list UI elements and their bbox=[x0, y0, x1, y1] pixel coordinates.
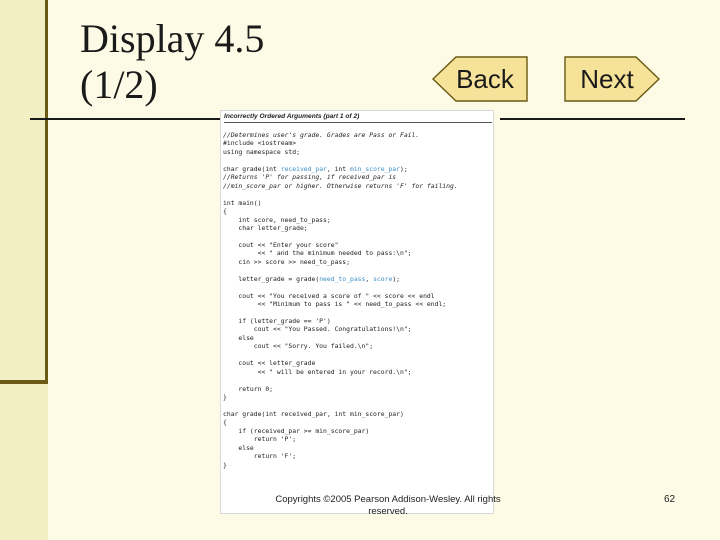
slide-title-line2: (1/2) bbox=[80, 62, 158, 107]
title-underline-right bbox=[500, 118, 685, 120]
code-line: else bbox=[223, 443, 254, 452]
code-line: cin >> score >> need_to_pass; bbox=[223, 257, 350, 266]
next-button-label: Next bbox=[580, 63, 634, 94]
code-line: int main() bbox=[223, 198, 262, 207]
code-line: cout << "You Passed. Congratulations!\n"… bbox=[223, 325, 412, 334]
code-line: << " will be entered in your record.\n"; bbox=[223, 367, 412, 376]
code-line: { bbox=[223, 207, 227, 216]
code-line: return 0; bbox=[223, 384, 274, 393]
code-line: letter_grade = grade(need_to_pass, score… bbox=[223, 274, 401, 283]
code-line: #include <iostream> bbox=[223, 139, 297, 148]
code-line: //Determines user's grade. Grades are Pa… bbox=[223, 131, 420, 139]
code-line: char letter_grade; bbox=[223, 223, 308, 232]
copyright-footer: Copyrights ©2005 Pearson Addison-Wesley.… bbox=[275, 494, 501, 517]
code-line: char grade(int received_par, int min_sco… bbox=[223, 164, 408, 173]
code-line: cout << "Sorry. You failed.\n"; bbox=[223, 342, 374, 351]
code-listing: //Determines user's grade. Grades are Pa… bbox=[223, 131, 458, 469]
code-line: char grade(int received_par, int min_sco… bbox=[223, 409, 404, 418]
code-line: return 'P'; bbox=[223, 435, 297, 444]
back-button-label: Back bbox=[456, 63, 514, 94]
slide-title: Display 4.5 (1/2) bbox=[80, 16, 264, 108]
code-display-panel: Incorrectly Ordered Arguments (part 1 of… bbox=[220, 110, 494, 514]
title-underline bbox=[30, 118, 220, 120]
code-line: if (letter_grade == 'P') bbox=[223, 316, 331, 325]
left-decorative-band bbox=[0, 0, 48, 540]
code-line: } bbox=[223, 460, 227, 469]
code-line: cout << "You received a score of " << sc… bbox=[223, 291, 435, 300]
code-line: << "Minimum to pass is " << need_to_pass… bbox=[223, 300, 447, 309]
code-line: else bbox=[223, 333, 254, 342]
code-line: cout << "Enter your score" bbox=[223, 240, 339, 249]
code-line: << " and the minimum needed to pass:\n"; bbox=[223, 249, 412, 258]
code-line: { bbox=[223, 418, 227, 427]
code-line: return 'F'; bbox=[223, 452, 297, 461]
next-button[interactable]: Next bbox=[564, 56, 660, 102]
code-line: cout << letter_grade bbox=[223, 359, 316, 368]
page-number: 62 bbox=[664, 494, 676, 505]
left-band-rule bbox=[45, 0, 48, 384]
back-button[interactable]: Back bbox=[432, 56, 528, 102]
code-line: //Returns 'P' for passing, if received_p… bbox=[223, 173, 397, 182]
code-line: if (received_par >= min_score_par) bbox=[223, 426, 370, 435]
code-heading-divider bbox=[224, 122, 492, 123]
code-line: int score, need_to_pass; bbox=[223, 215, 331, 224]
left-band-foot-rule bbox=[0, 380, 48, 384]
code-line: //min_score_par or higher. Otherwise ret… bbox=[223, 181, 458, 190]
code-heading: Incorrectly Ordered Arguments (part 1 of… bbox=[224, 113, 360, 120]
code-line: } bbox=[223, 393, 227, 402]
slide-title-line1: Display 4.5 bbox=[80, 16, 265, 61]
code-line: using namespace std; bbox=[223, 147, 300, 156]
